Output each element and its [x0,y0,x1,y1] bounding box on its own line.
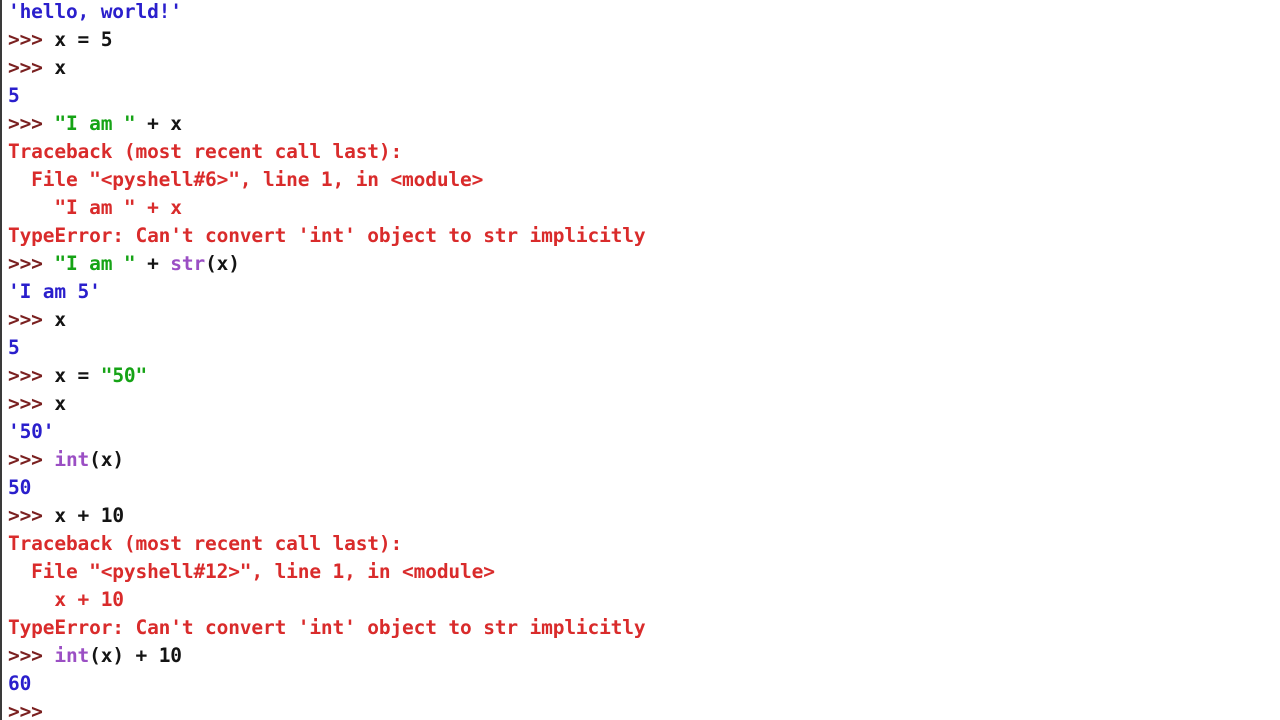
token-code: (x) + 10 [89,644,182,667]
token-code: + [135,252,171,275]
console-output-area[interactable]: 'hello, world!' >>> x = 5 >>> x 5 >>> "I am … [8,0,1280,720]
token-code: (x) [89,448,124,471]
token-code: x [54,392,66,415]
console-line-output: 50 [8,474,1280,502]
console-line-input: >>> "I am " + str(x) [8,250,1280,278]
console-line-input: >>> "I am " + x [8,110,1280,138]
token-output: 5 [8,336,20,359]
token-error: File "<pyshell#6>", line 1, in <module> [8,168,484,191]
token-prompt: >>> [8,504,55,527]
console-line-input: >>> int(x) [8,446,1280,474]
token-output: 60 [8,672,32,695]
console-line-input: >>> x [8,306,1280,334]
console-line-output: 5 [8,334,1280,362]
token-error: Traceback (most recent call last): [8,140,403,163]
token-prompt: >>> [8,392,55,415]
token-code: + x [135,112,182,135]
console-line-error: "I am " + x [8,194,1280,222]
token-code: x [54,308,66,331]
console-line-input: >>> int(x) + 10 [8,642,1280,670]
token-code: x [54,56,66,79]
token-string: "I am " [54,112,136,135]
token-error: x + 10 [8,588,124,611]
token-prompt: >>> [8,56,55,79]
token-string: "I am " [54,252,136,275]
token-prompt: >>> [8,448,55,471]
token-output: 5 [8,84,20,107]
token-code: x + 10 [54,504,124,527]
console-line-input: >>> [8,698,1280,720]
console-line-output: 'hello, world!' [8,0,1280,26]
console-line-input: >>> x = "50" [8,362,1280,390]
token-error: TypeError: Can't convert 'int' object to… [8,616,646,639]
console-line-output: 5 [8,82,1280,110]
token-output: 'hello, world!' [8,0,182,23]
console-line-output: 'I am 5' [8,278,1280,306]
token-error: "I am " + x [8,196,182,219]
console-line-error: TypeError: Can't convert 'int' object to… [8,614,1280,642]
console-line-output: 60 [8,670,1280,698]
token-prompt: >>> [8,364,55,387]
token-builtin: str [170,252,206,275]
token-prompt: >>> [8,308,55,331]
token-output: 'I am 5' [8,280,101,303]
token-code: (x) [205,252,240,275]
token-builtin: int [54,644,90,667]
console-line-error: TypeError: Can't convert 'int' object to… [8,222,1280,250]
console-line-input: >>> x + 10 [8,502,1280,530]
console-line-error: File "<pyshell#6>", line 1, in <module> [8,166,1280,194]
token-string: "50" [100,364,148,387]
token-error: TypeError: Can't convert 'int' object to… [8,224,646,247]
console-line-error: File "<pyshell#12>", line 1, in <module> [8,558,1280,586]
token-builtin: int [54,448,90,471]
console-line-output: '50' [8,418,1280,446]
console-line-input: >>> x [8,54,1280,82]
console-line-error: x + 10 [8,586,1280,614]
console-line-input: >>> x [8,390,1280,418]
token-error: File "<pyshell#12>", line 1, in <module> [8,560,495,583]
console-line-error: Traceback (most recent call last): [8,530,1280,558]
token-output: '50' [8,420,55,443]
token-prompt: >>> [8,644,55,667]
token-prompt: >>> [8,112,55,135]
python-shell-window[interactable]: 'hello, world!' >>> x = 5 >>> x 5 >>> "I am … [0,0,1280,720]
token-error: Traceback (most recent call last): [8,532,403,555]
console-line-input: >>> x = 5 [8,26,1280,54]
console-line-error: Traceback (most recent call last): [8,138,1280,166]
token-code: x = 5 [54,28,113,51]
token-prompt: >>> [8,700,43,720]
token-prompt: >>> [8,28,55,51]
token-output: 50 [8,476,32,499]
token-prompt: >>> [8,252,55,275]
token-code: x = [54,364,101,387]
